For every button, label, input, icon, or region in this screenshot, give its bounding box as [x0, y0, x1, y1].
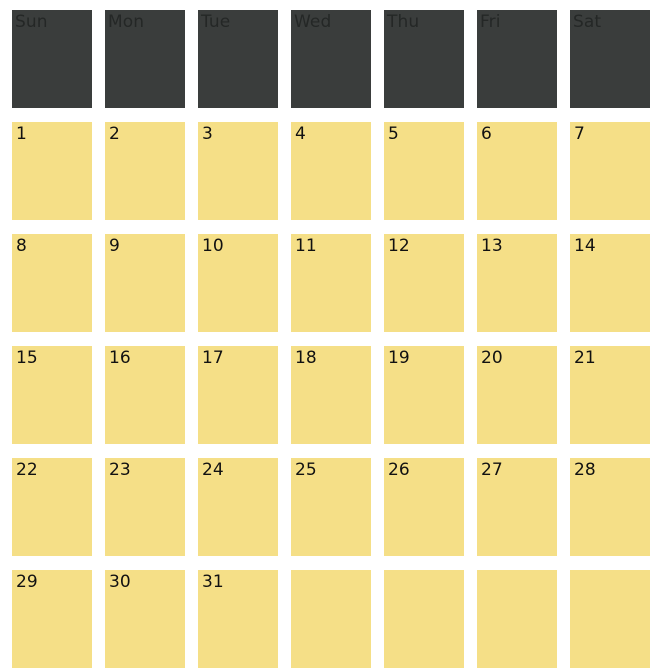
- day-number: 27: [481, 460, 503, 480]
- day-cell[interactable]: 6: [477, 122, 557, 220]
- day-cell[interactable]: 9: [105, 234, 185, 332]
- day-number: 9: [109, 236, 120, 256]
- day-number: 18: [295, 348, 317, 368]
- day-cell[interactable]: 20: [477, 346, 557, 444]
- weekday-header-fri: Fri: [477, 10, 557, 108]
- day-cell[interactable]: 11: [291, 234, 371, 332]
- day-number: 7: [574, 124, 585, 144]
- day-number: 30: [109, 572, 131, 592]
- day-number: 3: [202, 124, 213, 144]
- day-number: 10: [202, 236, 224, 256]
- weekday-header-sun: Sun: [12, 10, 92, 108]
- day-cell[interactable]: 15: [12, 346, 92, 444]
- day-number: 17: [202, 348, 224, 368]
- day-cell[interactable]: 16: [105, 346, 185, 444]
- day-number: 4: [295, 124, 306, 144]
- day-cell[interactable]: 8: [12, 234, 92, 332]
- calendar-month-view: Sun Mon Tue Wed Thu Fri Sat 1 2 3 4 5 6 …: [0, 0, 658, 668]
- day-cell[interactable]: 18: [291, 346, 371, 444]
- weekday-header-label: Fri: [480, 12, 501, 32]
- day-cell[interactable]: 29: [12, 570, 92, 668]
- day-number: 1: [16, 124, 27, 144]
- day-cell[interactable]: 25: [291, 458, 371, 556]
- day-number: 11: [295, 236, 317, 256]
- day-cell[interactable]: 4: [291, 122, 371, 220]
- day-cell[interactable]: 14: [570, 234, 650, 332]
- day-cell[interactable]: 21: [570, 346, 650, 444]
- day-cell[interactable]: 30: [105, 570, 185, 668]
- day-number: 24: [202, 460, 224, 480]
- day-cell-empty[interactable]: [477, 570, 557, 668]
- day-cell[interactable]: 24: [198, 458, 278, 556]
- weekday-header-sat: Sat: [570, 10, 650, 108]
- weekday-header-label: Mon: [108, 12, 145, 32]
- day-cell[interactable]: 22: [12, 458, 92, 556]
- day-number: 16: [109, 348, 131, 368]
- day-number: 22: [16, 460, 38, 480]
- day-cell[interactable]: 28: [570, 458, 650, 556]
- day-number: 20: [481, 348, 503, 368]
- day-cell[interactable]: 7: [570, 122, 650, 220]
- day-cell[interactable]: 3: [198, 122, 278, 220]
- day-cell[interactable]: 23: [105, 458, 185, 556]
- day-number: 14: [574, 236, 596, 256]
- weekday-header-label: Tue: [201, 12, 231, 32]
- day-number: 6: [481, 124, 492, 144]
- day-number: 23: [109, 460, 131, 480]
- calendar-grid: Sun Mon Tue Wed Thu Fri Sat 1 2 3 4 5 6 …: [12, 10, 658, 668]
- day-number: 15: [16, 348, 38, 368]
- weekday-header-tue: Tue: [198, 10, 278, 108]
- day-cell[interactable]: 5: [384, 122, 464, 220]
- day-number: 26: [388, 460, 410, 480]
- day-cell[interactable]: 27: [477, 458, 557, 556]
- day-cell-empty[interactable]: [384, 570, 464, 668]
- weekday-header-label: Thu: [387, 12, 420, 32]
- day-number: 12: [388, 236, 410, 256]
- day-cell-empty[interactable]: [291, 570, 371, 668]
- day-cell[interactable]: 1: [12, 122, 92, 220]
- weekday-header-label: Sun: [15, 12, 48, 32]
- day-number: 21: [574, 348, 596, 368]
- day-cell[interactable]: 31: [198, 570, 278, 668]
- weekday-header-thu: Thu: [384, 10, 464, 108]
- weekday-header-label: Sat: [573, 12, 602, 32]
- day-cell-empty[interactable]: [570, 570, 650, 668]
- day-cell[interactable]: 12: [384, 234, 464, 332]
- day-cell[interactable]: 2: [105, 122, 185, 220]
- day-cell[interactable]: 13: [477, 234, 557, 332]
- day-number: 2: [109, 124, 120, 144]
- day-number: 19: [388, 348, 410, 368]
- day-number: 5: [388, 124, 399, 144]
- weekday-header-mon: Mon: [105, 10, 185, 108]
- weekday-header-label: Wed: [294, 12, 332, 32]
- day-number: 25: [295, 460, 317, 480]
- day-cell[interactable]: 10: [198, 234, 278, 332]
- day-cell[interactable]: 26: [384, 458, 464, 556]
- day-number: 29: [16, 572, 38, 592]
- weekday-header-wed: Wed: [291, 10, 371, 108]
- day-number: 8: [16, 236, 27, 256]
- day-number: 31: [202, 572, 224, 592]
- day-cell[interactable]: 19: [384, 346, 464, 444]
- day-number: 13: [481, 236, 503, 256]
- day-cell[interactable]: 17: [198, 346, 278, 444]
- day-number: 28: [574, 460, 596, 480]
